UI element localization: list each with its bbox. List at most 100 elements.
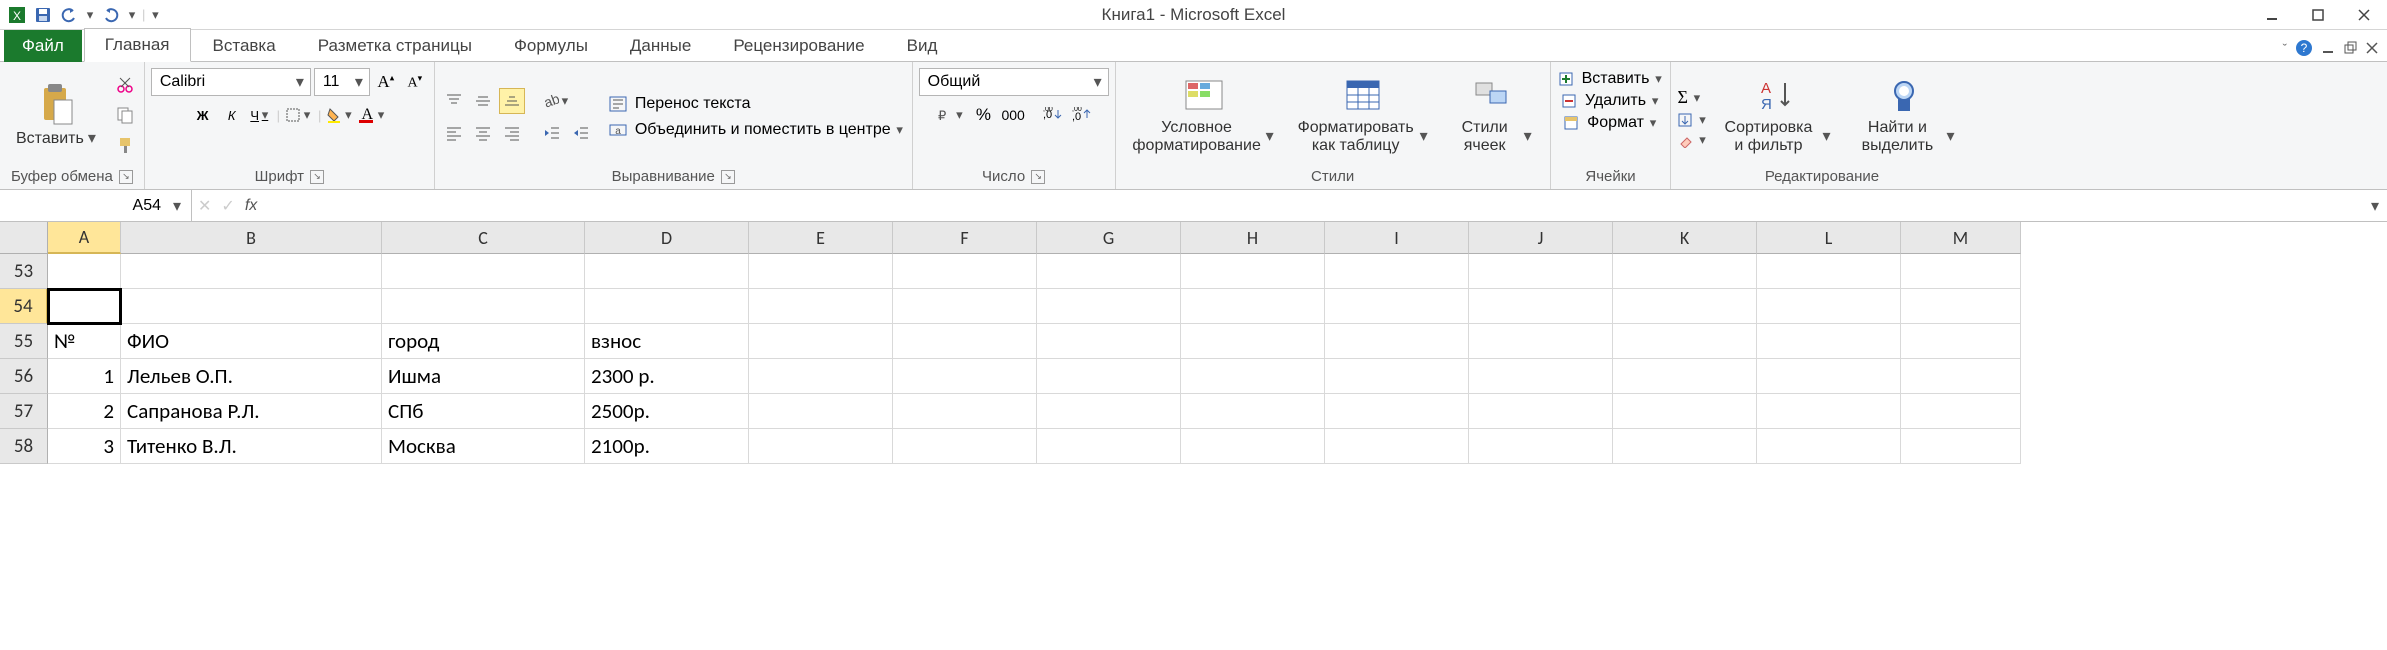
cell-A53[interactable] [48, 254, 121, 289]
col-header-G[interactable]: G [1037, 222, 1181, 254]
cell-L55[interactable] [1757, 324, 1901, 359]
cell-J56[interactable] [1469, 359, 1613, 394]
decrease-indent-icon[interactable] [539, 120, 565, 146]
fill-button[interactable]: ▾ [1677, 112, 1708, 128]
align-left-icon[interactable] [441, 120, 467, 146]
col-header-B[interactable]: B [121, 222, 382, 254]
close-button[interactable] [2341, 0, 2387, 29]
cell-D58[interactable]: 2100р. [585, 429, 749, 464]
select-all-corner[interactable] [0, 222, 48, 254]
cell-L53[interactable] [1757, 254, 1901, 289]
cell-H56[interactable] [1181, 359, 1325, 394]
cell-M58[interactable] [1901, 429, 2021, 464]
cell-A58[interactable]: 3 [48, 429, 121, 464]
name-box-dropdown-icon[interactable]: ▾ [171, 196, 183, 216]
italic-button[interactable]: К [219, 102, 245, 128]
cell-A56[interactable]: 1 [48, 359, 121, 394]
comma-style-icon[interactable]: 000 [999, 102, 1026, 128]
doc-close-icon[interactable] [2365, 41, 2379, 55]
cell-B55[interactable]: ФИО [121, 324, 382, 359]
cell-H54[interactable] [1181, 289, 1325, 324]
insert-cells-button[interactable]: Вставить▾ [1557, 70, 1665, 88]
enter-icon[interactable]: ✓ [221, 196, 234, 216]
bold-button[interactable]: Ж [190, 102, 216, 128]
cell-D57[interactable]: 2500р. [585, 394, 749, 429]
cell-K58[interactable] [1613, 429, 1757, 464]
cell-H53[interactable] [1181, 254, 1325, 289]
row-header-54[interactable]: 54 [0, 289, 48, 324]
cell-B54[interactable] [121, 289, 382, 324]
cell-L57[interactable] [1757, 394, 1901, 429]
cell-F53[interactable] [893, 254, 1037, 289]
cell-G57[interactable] [1037, 394, 1181, 429]
cell-E57[interactable] [749, 394, 893, 429]
col-header-C[interactable]: C [382, 222, 585, 254]
undo-icon[interactable] [58, 4, 80, 26]
col-header-A[interactable]: A [48, 222, 121, 254]
maximize-button[interactable] [2295, 0, 2341, 29]
cell-A55[interactable]: № [48, 324, 121, 359]
font-color-icon[interactable]: A▾ [359, 102, 389, 128]
cell-L54[interactable] [1757, 289, 1901, 324]
font-name-combo[interactable]: Calibri▾ [151, 68, 311, 96]
decrease-font-icon[interactable]: A▾ [402, 69, 428, 95]
autosum-button[interactable]: Σ▾ [1677, 87, 1708, 108]
cell-G55[interactable] [1037, 324, 1181, 359]
tab-insert[interactable]: Вставка [193, 30, 296, 62]
clear-button[interactable]: ▾ [1677, 132, 1708, 148]
tab-home[interactable]: Главная [84, 28, 191, 62]
tab-data[interactable]: Данные [610, 30, 711, 62]
doc-minimize-icon[interactable] [2321, 41, 2335, 55]
cell-G53[interactable] [1037, 254, 1181, 289]
cell-E58[interactable] [749, 429, 893, 464]
cell-B53[interactable] [121, 254, 382, 289]
col-header-E[interactable]: E [749, 222, 893, 254]
decrease-decimal-icon[interactable]: ,00,0 [1068, 102, 1094, 128]
qat-customize-icon[interactable]: ▾ [149, 7, 161, 23]
increase-font-icon[interactable]: A▴ [373, 69, 399, 95]
cell-B57[interactable]: Сапранова Р.Л. [121, 394, 382, 429]
cell-F58[interactable] [893, 429, 1037, 464]
cell-A57[interactable]: 2 [48, 394, 121, 429]
fill-color-icon[interactable]: ▾ [324, 102, 356, 128]
cell-C57[interactable]: СПб [382, 394, 585, 429]
cell-L58[interactable] [1757, 429, 1901, 464]
cell-F56[interactable] [893, 359, 1037, 394]
tab-view[interactable]: Вид [887, 30, 958, 62]
alignment-dialog-launcher[interactable]: ↘ [721, 170, 735, 184]
cell-F55[interactable] [893, 324, 1037, 359]
redo-dropdown-icon[interactable]: ▾ [126, 7, 138, 23]
col-header-D[interactable]: D [585, 222, 749, 254]
cell-J57[interactable] [1469, 394, 1613, 429]
align-top-icon[interactable] [441, 88, 467, 114]
font-dialog-launcher[interactable]: ↘ [310, 170, 324, 184]
col-header-I[interactable]: I [1325, 222, 1469, 254]
row-header-57[interactable]: 57 [0, 394, 48, 429]
name-box[interactable]: A54 ▾ [0, 190, 192, 221]
cell-I56[interactable] [1325, 359, 1469, 394]
cell-M56[interactable] [1901, 359, 2021, 394]
cell-D55[interactable]: взнос [585, 324, 749, 359]
copy-icon[interactable] [112, 102, 138, 128]
cell-C54[interactable] [382, 289, 585, 324]
cell-G56[interactable] [1037, 359, 1181, 394]
cell-F54[interactable] [893, 289, 1037, 324]
merge-center-button[interactable]: a Объединить и поместить в центре ▾ [608, 120, 906, 140]
cell-M57[interactable] [1901, 394, 2021, 429]
cell-K55[interactable] [1613, 324, 1757, 359]
ribbon-minimize-icon[interactable]: ˇ [2283, 41, 2287, 56]
align-center-icon[interactable] [470, 120, 496, 146]
col-header-M[interactable]: M [1901, 222, 2021, 254]
cell-A54[interactable] [48, 289, 121, 324]
cell-M53[interactable] [1901, 254, 2021, 289]
cell-F57[interactable] [893, 394, 1037, 429]
col-header-K[interactable]: K [1613, 222, 1757, 254]
paste-button[interactable]: Вставить▾ [6, 64, 108, 165]
format-painter-icon[interactable] [112, 132, 138, 158]
cancel-icon[interactable]: ✕ [198, 196, 211, 216]
tab-page-layout[interactable]: Разметка страницы [298, 30, 492, 62]
cell-K56[interactable] [1613, 359, 1757, 394]
borders-icon[interactable]: ▾ [283, 102, 315, 128]
cell-I53[interactable] [1325, 254, 1469, 289]
cell-C56[interactable]: Ишма [382, 359, 585, 394]
